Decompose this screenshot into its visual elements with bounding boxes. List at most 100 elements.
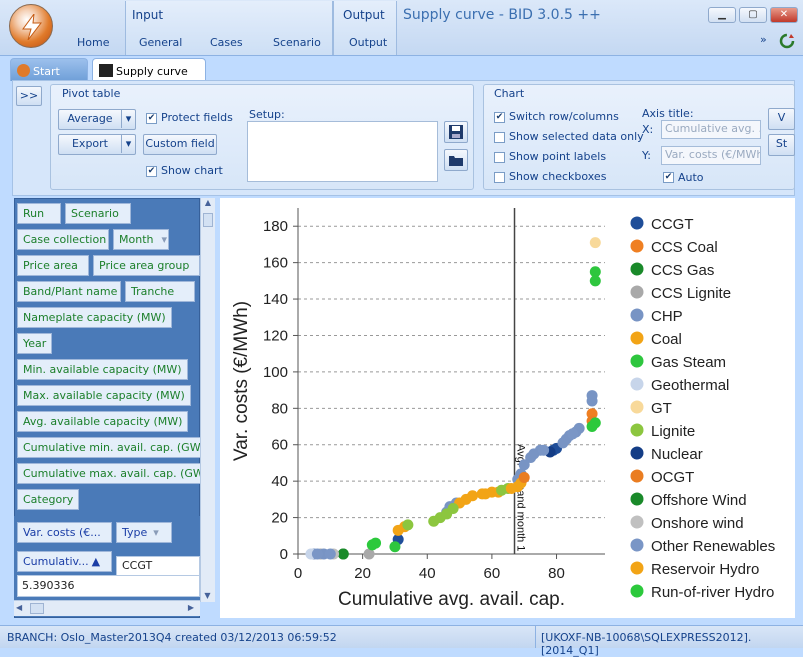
field-cumulative-max-avail-cap-gw[interactable]: Cumulative max. avail. cap. (GW) (17, 463, 215, 484)
legend-label: Offshore Wind (651, 492, 747, 509)
filter-icon[interactable]: ▾ (153, 526, 159, 539)
field-run[interactable]: Run (17, 203, 61, 224)
legend-marker (630, 469, 644, 483)
horizontal-scrollbar[interactable]: ◀ ▶ (14, 600, 200, 616)
field-label: Price area (23, 259, 78, 272)
field-label: Band/Plant name (23, 285, 118, 298)
field-scenario[interactable]: Scenario (65, 203, 131, 224)
tab-cases[interactable]: Cases (210, 36, 243, 49)
switch-row-checkbox[interactable]: ✔ (494, 112, 505, 123)
show-chart-label: Show chart (161, 164, 223, 177)
open-button[interactable] (444, 149, 468, 171)
legend-label: Geothermal (651, 377, 729, 394)
show-checkboxes-checkbox[interactable] (494, 172, 505, 183)
status-bar: BRANCH: Oslo_Master2013Q4 created 03/12/… (0, 625, 803, 657)
type-field[interactable]: Type ▾ (116, 522, 172, 543)
setup-label: Setup: (249, 108, 285, 121)
legend-label: GT (651, 400, 672, 417)
tab-general[interactable]: General (139, 36, 182, 49)
scroll-up-icon[interactable]: ▲ (201, 198, 215, 212)
refresh-icon[interactable] (778, 32, 796, 50)
legend-marker (630, 216, 644, 230)
chart-option-button-1[interactable]: V (768, 108, 795, 130)
axis-title-label: Axis title: (642, 107, 694, 120)
vertical-scrollbar[interactable]: ▲ ▼ (200, 198, 215, 602)
legend-label: CCS Lignite (651, 285, 731, 302)
point-coal (467, 490, 479, 502)
field-price-area-group[interactable]: Price area group (93, 255, 200, 276)
chart-area: 0 20 40 60 80 100 120 140 160 180 0 20 40 60 80 Avg. de… (220, 198, 795, 618)
y-tick-label: 140 (263, 291, 288, 308)
scroll-thumb[interactable] (203, 213, 213, 227)
app-menu-button[interactable] (9, 4, 53, 48)
field-band-plant-name[interactable]: Band/Plant name (17, 281, 121, 302)
legend-marker (630, 308, 644, 322)
scroll-left-icon[interactable]: ◀ (16, 603, 22, 612)
field-max-available-capacity-mw[interactable]: Max. available capacity (MW) (17, 385, 191, 406)
ribbon-collapse-icon[interactable]: » (760, 33, 767, 46)
field-label: Min. available capacity (MW) (23, 363, 182, 376)
average-dropdown[interactable]: Average ▾ (58, 109, 136, 130)
legend-marker (630, 492, 644, 506)
legend-label: CCGT (651, 216, 694, 233)
minimize-button[interactable]: ▁ (708, 7, 736, 23)
scroll-right-icon[interactable]: ▶ (188, 603, 194, 612)
legend-label: Run-of-river Hydro (651, 584, 774, 601)
field-nameplate-capacity-mw[interactable]: Nameplate capacity (MW) (17, 307, 172, 328)
scroll-down-icon[interactable]: ▼ (201, 591, 214, 600)
x-axis-title-input[interactable]: Cumulative avg. ... (661, 120, 761, 139)
legend-label: Nuclear (651, 446, 703, 463)
tab-output[interactable]: Output (349, 36, 387, 49)
expand-panel-button[interactable]: >> (16, 86, 42, 106)
field-cumulative-min-avail-cap-gw[interactable]: Cumulative min. avail. cap. (GW) (17, 437, 211, 458)
column-header-ccgt[interactable]: CCGT (116, 556, 200, 576)
export-label: Export (71, 137, 108, 150)
tab-supply-curve[interactable]: Supply curve ✕ (92, 58, 206, 93)
setup-textarea[interactable] (247, 121, 438, 182)
export-dropdown[interactable]: Export ▾ (58, 134, 136, 155)
chart-group-title: Chart (494, 87, 525, 100)
chart-option-button-2[interactable]: St (768, 134, 795, 156)
field-min-available-capacity-mw[interactable]: Min. available capacity (MW) (17, 359, 188, 380)
field-label: Month (119, 233, 154, 246)
show-selected-checkbox[interactable] (494, 132, 505, 143)
point-gas-steam (389, 541, 401, 553)
field-month[interactable]: Month ▾ (113, 229, 169, 250)
field-label: Price area group (99, 259, 190, 272)
point-other-renewables (311, 548, 323, 560)
y-tick-label: 120 (263, 327, 288, 344)
save-button[interactable] (444, 121, 468, 143)
maximize-button[interactable]: ▢ (739, 7, 767, 23)
legend-marker (630, 561, 644, 575)
field-tranche[interactable]: Tranche (125, 281, 195, 302)
y-tick-label: 100 (263, 364, 288, 381)
field-case-collection[interactable]: Case collection (17, 229, 109, 250)
point-lignite (402, 519, 414, 531)
tab-home[interactable]: Home (77, 36, 109, 49)
h-scroll-thumb[interactable] (30, 603, 44, 614)
lightning-icon (22, 14, 43, 40)
tab-scenario[interactable]: Scenario (273, 36, 321, 49)
field-price-area[interactable]: Price area (17, 255, 89, 276)
show-point-labels-checkbox[interactable] (494, 152, 505, 163)
filter-icon[interactable]: ▾ (161, 233, 167, 246)
y-axis-title-input[interactable]: Var. costs (€/MWh) (661, 146, 761, 165)
row-value-cell[interactable]: 5.390336 (17, 575, 200, 597)
pivot-table-title: Pivot table (62, 87, 121, 100)
show-point-labels-label: Show point labels (509, 150, 607, 163)
switch-row-label: Switch row/columns (509, 110, 619, 123)
field-year[interactable]: Year (17, 333, 53, 354)
field-category[interactable]: Category (17, 489, 80, 510)
y-tick-label: 40 (271, 473, 288, 490)
legend-marker (630, 377, 644, 391)
field-avg-available-capacity-mw[interactable]: Avg. available capacity (MW) (17, 411, 189, 432)
tab-start[interactable]: Start (10, 58, 88, 81)
cumulative-field[interactable]: Cumulativ... ▲ (17, 551, 112, 572)
custom-field-button[interactable]: Custom field (143, 134, 217, 155)
var-costs-field[interactable]: Var. costs (€... (17, 522, 112, 543)
close-button[interactable]: ✕ (770, 7, 798, 23)
point-chp (586, 390, 598, 402)
show-chart-checkbox[interactable]: ✔ (146, 166, 157, 177)
auto-checkbox[interactable]: ✔ (663, 172, 674, 183)
protect-fields-checkbox[interactable]: ✔ (146, 113, 157, 124)
